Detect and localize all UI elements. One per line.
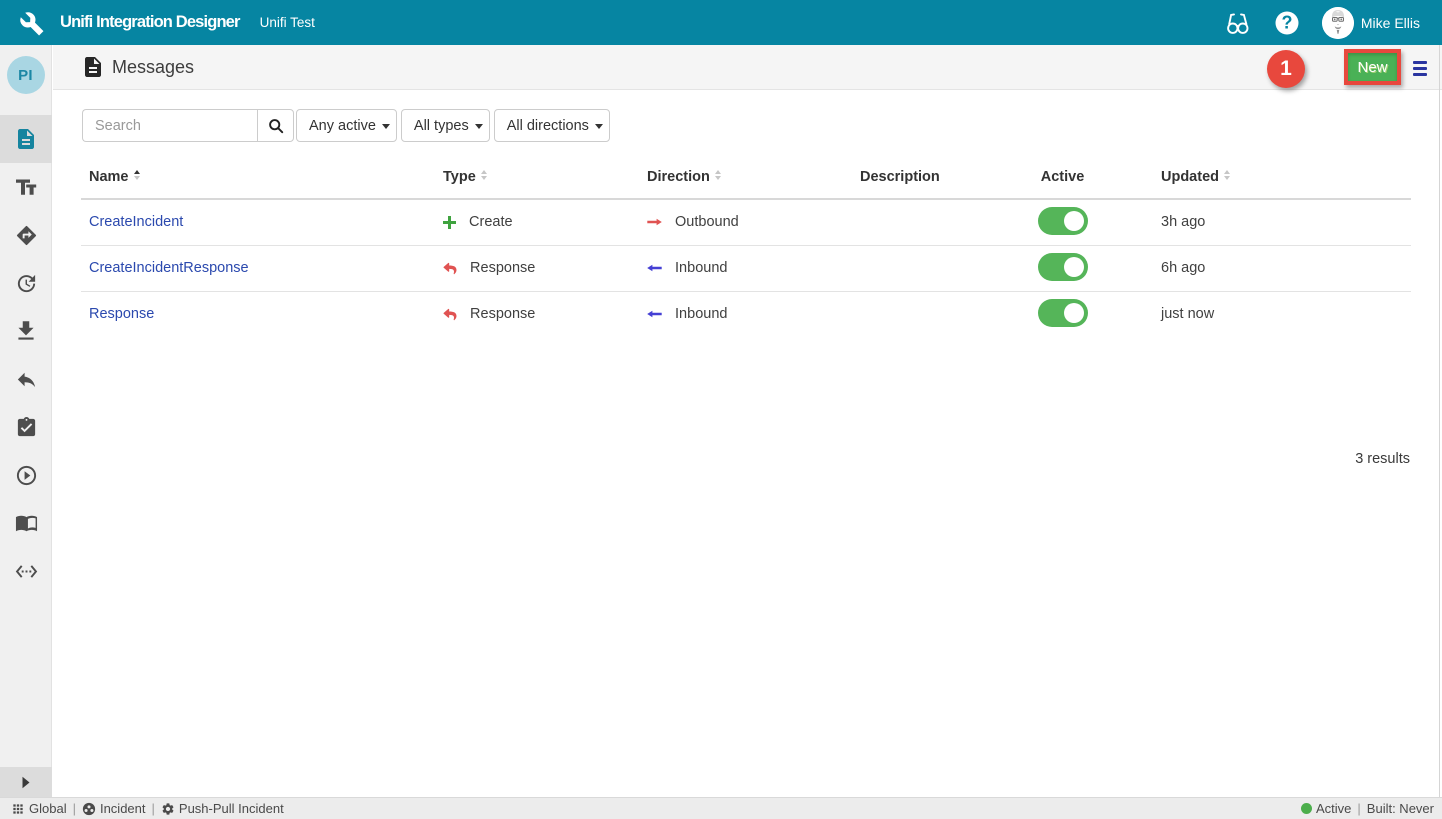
- statusbar-scope-label: Global: [29, 801, 67, 816]
- arrow-left-icon: [647, 263, 662, 273]
- table-row: CreateIncident Create Outbound 3h ago: [81, 199, 1411, 245]
- integration-icon: [82, 802, 96, 816]
- page-title: Messages: [112, 57, 194, 78]
- column-header-direction[interactable]: Direction: [639, 155, 852, 199]
- status-bar: Global | Incident | Push-Pull Incident A…: [0, 797, 1442, 819]
- sidebar-collapse-button[interactable]: [0, 767, 52, 797]
- content-right-edge: [1439, 45, 1440, 797]
- directions-icon: [15, 224, 38, 247]
- play-circle-icon: [15, 464, 38, 487]
- type-filter-label: All types: [414, 118, 469, 134]
- statusbar-integration-label: Incident: [100, 801, 146, 816]
- code-icon: [15, 560, 38, 583]
- workspace-avatar[interactable]: PI: [7, 56, 45, 94]
- update-icon: [15, 272, 38, 295]
- table-row: Response Response Inbound just now: [81, 291, 1411, 337]
- wrench-logo-icon: [17, 9, 48, 40]
- sidebar-item-runs[interactable]: [0, 451, 52, 499]
- active-toggle[interactable]: [1038, 207, 1088, 235]
- arrow-right-icon: [647, 217, 662, 227]
- statusbar-scope[interactable]: Global: [11, 801, 67, 816]
- separator: |: [1357, 801, 1360, 816]
- svg-text:?: ?: [1281, 12, 1292, 32]
- direction-filter-label: All directions: [507, 118, 589, 134]
- plus-icon: [443, 216, 456, 229]
- direction-filter-dropdown[interactable]: All directions: [494, 109, 610, 142]
- user-avatar[interactable]: [1322, 7, 1354, 39]
- messages-document-icon: [81, 55, 105, 79]
- help-icon[interactable]: ?: [1275, 11, 1299, 35]
- active-toggle[interactable]: [1038, 253, 1088, 281]
- sidebar: PI: [0, 45, 52, 797]
- book-icon: [15, 512, 38, 535]
- chevron-right-icon: [20, 776, 32, 789]
- new-button[interactable]: New: [1348, 53, 1397, 81]
- sidebar-item-docs[interactable]: [0, 499, 52, 547]
- message-link[interactable]: CreateIncidentResponse: [89, 260, 249, 276]
- sidebar-item-api[interactable]: [0, 547, 52, 595]
- column-header-name[interactable]: Name: [81, 155, 435, 199]
- assignment-icon: [15, 416, 38, 439]
- column-header-type[interactable]: Type: [435, 155, 639, 199]
- search-button[interactable]: [257, 109, 294, 142]
- page-header: Messages 1 New: [53, 45, 1442, 90]
- annotation-step-1: 1: [1267, 50, 1305, 88]
- sidebar-item-field-maps[interactable]: [0, 211, 52, 259]
- statusbar-process[interactable]: Push-Pull Incident: [161, 801, 284, 816]
- caret-down-icon: [595, 124, 603, 129]
- statusbar-process-label: Push-Pull Incident: [179, 801, 284, 816]
- app-subtitle: Unifi Test: [260, 15, 315, 30]
- menu-hamburger-icon[interactable]: [1413, 61, 1427, 76]
- sidebar-item-tasks[interactable]: [0, 403, 52, 451]
- caret-down-icon: [382, 124, 390, 129]
- status-active-dot: [1301, 803, 1312, 814]
- statusbar-built-label: Built: Never: [1367, 801, 1434, 816]
- message-link[interactable]: Response: [89, 306, 154, 322]
- active-filter-dropdown[interactable]: Any active: [296, 109, 397, 142]
- filter-bar: Any active All types All directions: [82, 109, 610, 142]
- statusbar-integration[interactable]: Incident: [82, 801, 146, 816]
- sidebar-item-polls[interactable]: [0, 259, 52, 307]
- column-header-active[interactable]: Active: [1000, 155, 1125, 199]
- sidebar-item-messages[interactable]: [0, 115, 52, 163]
- table-row: CreateIncidentResponse Response Inbound …: [81, 245, 1411, 291]
- reply-icon: [443, 262, 457, 275]
- sort-asc-icon: [134, 170, 140, 180]
- separator: |: [152, 801, 155, 816]
- document-icon: [14, 127, 38, 151]
- top-bar: Unifi Integration Designer Unifi Test ?: [0, 0, 1442, 45]
- sort-icon: [1224, 170, 1230, 180]
- gear-icon: [161, 802, 175, 816]
- preview-glasses-icon[interactable]: [1225, 11, 1251, 35]
- sidebar-item-fields[interactable]: [0, 163, 52, 211]
- active-toggle[interactable]: [1038, 299, 1088, 327]
- search-icon: [268, 118, 284, 134]
- reply-icon: [15, 368, 38, 391]
- page: Messages 1 New Any active All types All …: [53, 45, 1442, 797]
- app-title: Unifi Integration Designer: [60, 13, 240, 32]
- separator: |: [73, 801, 76, 816]
- sidebar-item-pollers[interactable]: [0, 307, 52, 355]
- annotation-highlight-box: New: [1344, 49, 1401, 85]
- download-icon: [13, 318, 39, 344]
- sort-icon: [481, 170, 487, 180]
- column-header-description[interactable]: Description: [852, 155, 1000, 199]
- caret-down-icon: [475, 124, 483, 129]
- sidebar-item-responses[interactable]: [0, 355, 52, 403]
- user-name[interactable]: Mike Ellis: [1361, 15, 1420, 31]
- reply-icon: [443, 308, 457, 321]
- active-filter-label: Any active: [309, 118, 376, 134]
- column-header-updated[interactable]: Updated: [1125, 155, 1411, 199]
- arrow-left-icon: [647, 309, 662, 319]
- type-filter-dropdown[interactable]: All types: [401, 109, 490, 142]
- statusbar-status-label: Active: [1316, 801, 1351, 816]
- grid-icon: [11, 802, 25, 816]
- sort-icon: [715, 170, 721, 180]
- messages-table: Name Type Direction Description Active U…: [81, 155, 1411, 337]
- results-count: 3 results: [1355, 451, 1410, 467]
- text-icon: [14, 175, 38, 199]
- message-link[interactable]: CreateIncident: [89, 214, 183, 230]
- search-input[interactable]: [82, 109, 257, 142]
